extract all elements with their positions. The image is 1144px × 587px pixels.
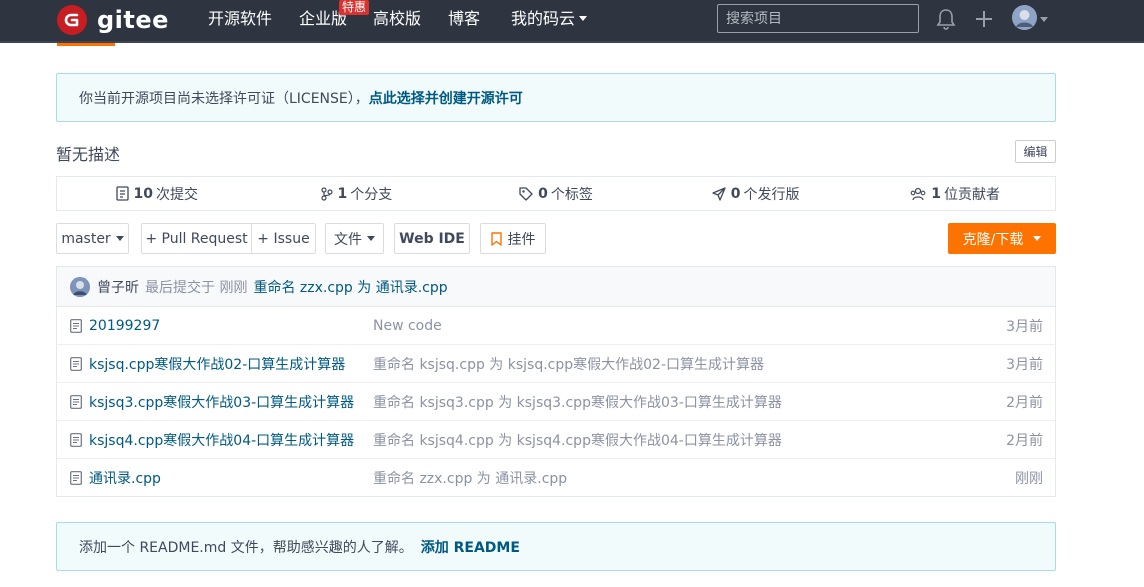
author-avatar[interactable]: [70, 276, 90, 297]
readme-notice: 添加一个 README.md 文件，帮助感兴趣的人了解。 添加 README: [56, 522, 1056, 571]
contributors-icon: [910, 187, 926, 200]
repo-description: 暂无描述: [56, 145, 121, 164]
nav-item-open-source[interactable]: 开源软件: [208, 9, 272, 29]
web-ide-button[interactable]: Web IDE: [394, 223, 470, 254]
stat-tags-count: 0: [538, 185, 548, 202]
nav-item-blog[interactable]: 博客: [448, 9, 480, 29]
nav-item-my-gitee-label: 我的码云: [511, 9, 576, 28]
file-row: ksjsq4.cpp寒假大作战04-口算生成计算器 重命名 ksjsq4.cpp…: [57, 421, 1055, 459]
stat-branches[interactable]: 1 个分支: [257, 184, 457, 204]
file-name-link[interactable]: ksjsq3.cpp寒假大作战03-口算生成计算器: [89, 392, 354, 412]
edit-description-button[interactable]: 编辑: [1015, 140, 1056, 163]
commit-message[interactable]: 重命名 zzx.cpp 为 通讯录.cpp: [253, 277, 447, 297]
file-commit-message[interactable]: New code: [373, 318, 442, 334]
file-icon: [70, 319, 82, 337]
tag-icon: [519, 186, 533, 201]
file-icon: [70, 471, 82, 489]
chevron-down-icon: [115, 236, 124, 241]
file-commit-time: 刚刚: [1015, 471, 1043, 487]
file-commit-time: 2月前: [1006, 432, 1043, 449]
file-name-link[interactable]: 20199297: [89, 318, 160, 334]
chevron-down-icon: [579, 16, 588, 21]
stat-contributors[interactable]: 1 位贡献者: [855, 184, 1055, 204]
gitee-logo-icon: [57, 5, 87, 35]
file-commit-message[interactable]: 重命名 ksjsq4.cpp 为 ksjsq4.cpp寒假大作战04-口算生成计…: [373, 430, 782, 450]
create-license-link[interactable]: 点此选择并创建开源许可: [369, 88, 523, 108]
file-commit-time: 3月前: [1006, 356, 1043, 373]
stat-tags[interactable]: 0 个标签: [456, 184, 656, 204]
file-row: 通讯录.cpp 重命名 zzx.cpp 为 通讯录.cpp 刚刚: [57, 459, 1055, 497]
stat-commits-count: 10: [133, 185, 154, 202]
branch-icon: [320, 186, 333, 201]
file-commit-message[interactable]: 重命名 ksjsq3.cpp 为 ksjsq3.cpp寒假大作战03-口算生成计…: [373, 392, 782, 412]
widget-button[interactable]: 挂件: [480, 223, 546, 254]
file-commit-time: 2月前: [1006, 394, 1043, 411]
promo-badge: 特惠: [339, 0, 370, 15]
file-row: ksjsq.cpp寒假大作战02-口算生成计算器 重命名 ksjsq.cpp 为…: [57, 345, 1055, 383]
commit-author[interactable]: 曾子昕: [97, 277, 139, 297]
issue-button[interactable]: + Issue: [251, 223, 316, 254]
widget-button-label: 挂件: [507, 231, 536, 248]
stat-releases[interactable]: 0 个发行版: [656, 184, 856, 204]
stat-tags-label: 个标签: [550, 186, 593, 203]
clone-download-label: 克隆/下载: [962, 231, 1024, 248]
logo-active-indicator: [57, 43, 115, 46]
stat-commits-label: 次提交: [156, 186, 199, 203]
clone-download-button[interactable]: 克隆/下载: [948, 223, 1056, 254]
branch-select-label: master: [61, 230, 111, 247]
file-icon: [70, 433, 82, 451]
chevron-down-icon: [1033, 236, 1042, 241]
file-commit-message[interactable]: 重命名 ksjsq.cpp 为 ksjsq.cpp寒假大作战02-口算生成计算器: [373, 354, 764, 374]
file-name-link[interactable]: 通讯录.cpp: [89, 468, 161, 488]
file-icon: [70, 357, 82, 375]
navbar-divider: [0, 41, 1144, 43]
file-icon: [70, 395, 82, 413]
stat-releases-count: 0: [730, 185, 741, 202]
stat-releases-label: 个发行版: [743, 186, 800, 203]
file-name-link[interactable]: ksjsq.cpp寒假大作战02-口算生成计算器: [89, 354, 345, 374]
chevron-down-icon: [367, 236, 375, 241]
logo-text: gitee: [97, 6, 169, 34]
commit-time: 最后提交于 刚刚: [145, 279, 248, 296]
file-row: ksjsq3.cpp寒假大作战03-口算生成计算器 重命名 ksjsq3.cpp…: [57, 383, 1055, 421]
branch-select[interactable]: master: [56, 223, 129, 254]
nav-item-my-gitee[interactable]: 我的码云: [511, 9, 588, 29]
stat-contributors-label: 位贡献者: [944, 186, 1001, 203]
stat-commits[interactable]: 10 次提交: [57, 184, 257, 204]
bookmark-icon: [490, 231, 502, 246]
add-readme-link[interactable]: 添加 README: [421, 537, 520, 557]
file-commit-message[interactable]: 重命名 zzx.cpp 为 通讯录.cpp: [373, 468, 567, 488]
file-name-link[interactable]: ksjsq4.cpp寒假大作战04-口算生成计算器: [89, 430, 354, 450]
readme-notice-text: 添加一个 README.md 文件，帮助感兴趣的人了解。: [79, 539, 413, 556]
file-table: 曾子昕 最后提交于 刚刚 重命名 zzx.cpp 为 通讯录.cpp 20199…: [56, 266, 1056, 497]
gitee-logo[interactable]: gitee: [57, 5, 169, 35]
search-input[interactable]: [717, 4, 919, 33]
file-menu-button[interactable]: 文件: [325, 223, 384, 254]
pull-request-button[interactable]: + Pull Request: [141, 223, 252, 254]
stat-branches-count: 1: [337, 185, 348, 202]
user-menu-chevron-icon[interactable]: [1040, 17, 1048, 22]
last-commit-header: 曾子昕 最后提交于 刚刚 重命名 zzx.cpp 为 通讯录.cpp: [57, 267, 1055, 307]
release-icon: [712, 186, 726, 201]
file-row: 20199297 New code 3月前: [57, 307, 1055, 345]
repo-stats-bar: 10 次提交 1 个分支 0 个标签 0 个发行版 1 位贡献者: [56, 176, 1056, 211]
file-menu-label: 文件: [334, 231, 362, 248]
stat-contributors-count: 1: [931, 185, 942, 202]
user-avatar[interactable]: [1012, 5, 1037, 30]
file-commit-time: 3月前: [1006, 318, 1043, 335]
license-notice: 你当前开源项目尚未选择许可证（LICENSE）， 点此选择并创建开源许可: [56, 73, 1056, 122]
commit-icon: [115, 186, 129, 201]
plus-icon[interactable]: [974, 9, 994, 33]
stat-branches-label: 个分支: [350, 186, 393, 203]
bell-icon[interactable]: [936, 8, 956, 34]
nav-item-university[interactable]: 高校版: [373, 9, 421, 29]
license-notice-text: 你当前开源项目尚未选择许可证（LICENSE），: [79, 90, 369, 107]
